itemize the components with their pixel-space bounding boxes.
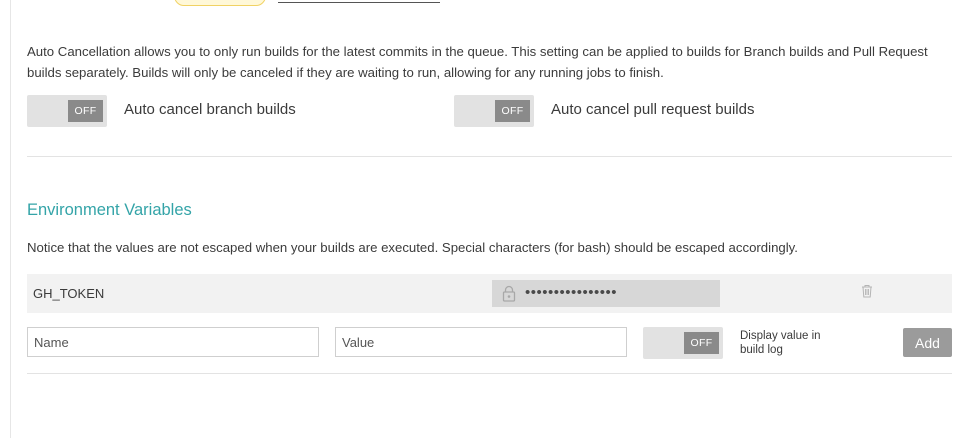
auto-cancel-branch-label: Auto cancel branch builds	[124, 101, 296, 118]
toggle-knob: OFF	[68, 100, 103, 122]
display-value-label: Display value in build log	[740, 330, 821, 356]
env-vars-title: Environment Variables	[27, 201, 192, 219]
trash-icon[interactable]	[861, 284, 873, 303]
auto-cancel-branch-toggle[interactable]: OFF	[27, 95, 107, 127]
env-value-input[interactable]	[335, 327, 627, 357]
partial-badge	[174, 0, 266, 6]
env-vars-notice: Notice that the values are not escaped w…	[27, 240, 798, 255]
masked-value: ••••••••••••••••	[525, 284, 618, 301]
env-var-row: GH_TOKEN ••••••••••••••••	[27, 274, 952, 313]
toggle-knob: OFF	[495, 100, 530, 122]
partial-input-underline	[278, 2, 440, 3]
section-divider	[27, 373, 952, 374]
auto-cancellation-description: Auto Cancellation allows you to only run…	[27, 44, 928, 80]
lock-icon	[502, 285, 516, 307]
left-border	[10, 0, 11, 438]
toggle-knob: OFF	[684, 332, 719, 354]
add-button[interactable]: Add	[903, 328, 952, 357]
env-var-name: GH_TOKEN	[33, 286, 105, 301]
auto-cancel-pr-toggle[interactable]: OFF	[454, 95, 534, 127]
auto-cancel-pr-label: Auto cancel pull request builds	[551, 101, 755, 118]
env-var-value: ••••••••••••••••	[492, 280, 720, 307]
env-name-input[interactable]	[27, 327, 319, 357]
section-divider	[27, 156, 952, 157]
display-value-toggle[interactable]: OFF	[643, 327, 723, 359]
